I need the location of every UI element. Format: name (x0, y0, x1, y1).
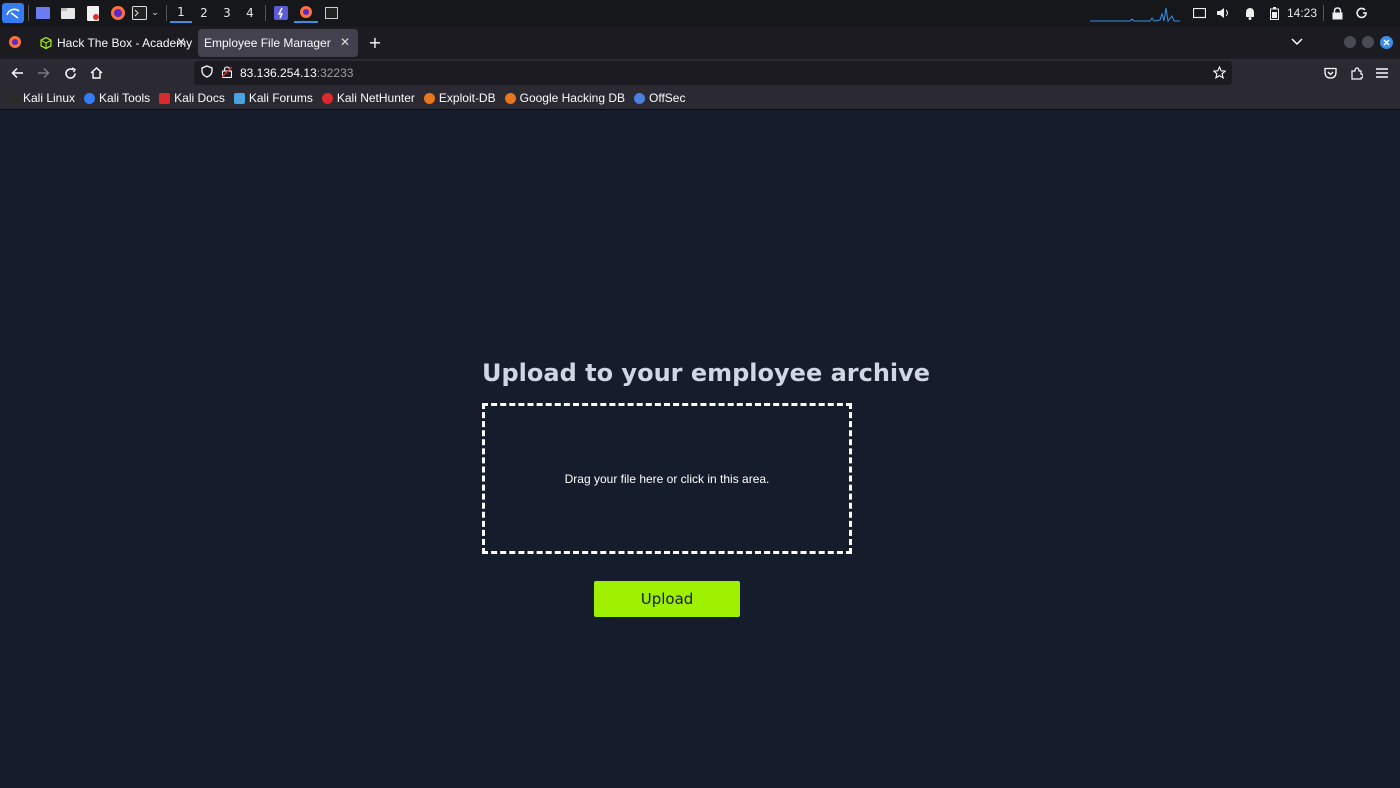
volume-icon[interactable] (1214, 3, 1232, 23)
back-arrow-icon[interactable] (6, 62, 28, 84)
kali-forums-icon (233, 92, 245, 104)
browser-tab-strip: Hack The Box - Academy ✕ Employee File M… (0, 26, 1400, 59)
bookmark-kali-linux[interactable]: Kali Linux (8, 91, 75, 105)
bookmark-label: Kali NetHunter (336, 91, 415, 105)
bookmark-google-hacking-db[interactable]: Google Hacking DB (504, 91, 625, 105)
tab-htb-academy[interactable]: Hack The Box - Academy ✕ (34, 29, 194, 57)
show-desktop-icon[interactable] (33, 3, 53, 23)
list-all-tabs-chevron-icon[interactable] (1288, 32, 1306, 52)
notification-bell-icon[interactable] (1241, 3, 1259, 23)
pocket-icon[interactable] (1319, 62, 1341, 84)
bookmark-label: Kali Forums (248, 91, 313, 105)
page-content: Upload to your employee archive Drag you… (0, 111, 1400, 788)
bookmark-offsec[interactable]: OffSec (634, 91, 685, 105)
workspace-1[interactable]: 1 (170, 3, 192, 23)
network-graph (1090, 3, 1180, 23)
address-bar[interactable]: 83.136.254.13:32233 (194, 61, 1232, 85)
tab-label: Hack The Box - Academy (57, 36, 193, 50)
reload-icon[interactable] (59, 62, 81, 84)
new-tab-plus-icon[interactable]: + (366, 32, 384, 52)
close-tab-icon[interactable]: ✕ (338, 35, 352, 49)
kali-nethunter-icon (321, 92, 333, 104)
kali-menu-icon[interactable] (2, 3, 24, 23)
kali-dragon-icon (8, 92, 19, 104)
bookmark-label: Kali Docs (174, 91, 225, 105)
workspace-2[interactable]: 2 (193, 3, 215, 23)
browser-nav-bar: 83.136.254.13:32233 (0, 59, 1400, 87)
firefox-view-icon[interactable] (5, 32, 25, 52)
kali-docs-icon (159, 92, 171, 104)
bookmark-kali-tools[interactable]: Kali Tools (84, 91, 150, 105)
app-window-icon[interactable] (271, 3, 291, 23)
bookmark-label: Google Hacking DB (519, 91, 625, 105)
desktop-taskbar: ⌄ 1 2 3 4 14:23 (0, 0, 1400, 26)
home-icon[interactable] (85, 62, 107, 84)
file-manager-icon[interactable] (58, 3, 78, 23)
upload-button[interactable]: Upload (594, 581, 740, 617)
maximize-window-icon[interactable] (1361, 32, 1375, 52)
drop-zone-instructions: Drag your file here or click in this are… (564, 471, 770, 486)
bookmark-label: Exploit-DB (438, 91, 496, 105)
bookmark-exploit-db[interactable]: Exploit-DB (423, 91, 496, 105)
offsec-icon (634, 92, 645, 104)
bookmark-label: Kali Linux (23, 91, 76, 105)
terminal-icon[interactable] (130, 3, 148, 23)
bookmark-kali-docs[interactable]: Kali Docs (159, 91, 225, 105)
bookmark-kali-nethunter[interactable]: Kali NetHunter (321, 91, 415, 105)
firefox-window-icon[interactable] (294, 3, 318, 23)
url-port: :32233 (316, 66, 354, 80)
power-icon[interactable] (1354, 3, 1370, 23)
bookmark-star-icon[interactable] (1212, 65, 1227, 82)
minimize-window-icon[interactable] (1343, 32, 1357, 52)
tracking-shield-icon[interactable] (201, 65, 213, 81)
file-drop-zone[interactable]: Drag your file here or click in this are… (482, 403, 852, 554)
battery-icon[interactable] (1266, 3, 1282, 23)
clock[interactable]: 14:23 (1286, 3, 1318, 23)
insecure-lock-icon[interactable] (221, 65, 233, 81)
bookmark-kali-forums[interactable]: Kali Forums (233, 91, 313, 105)
bookmark-label: OffSec (649, 91, 686, 105)
text-editor-icon[interactable] (84, 3, 102, 23)
htb-cube-icon (40, 37, 52, 49)
close-tab-icon[interactable]: ✕ (174, 35, 188, 49)
tab-label: Employee File Manager (204, 36, 331, 50)
url-host: 83.136.254.13 (240, 66, 317, 80)
hamburger-menu-icon[interactable] (1371, 62, 1393, 84)
kali-tools-icon (84, 92, 96, 104)
extensions-puzzle-icon[interactable] (1345, 62, 1367, 84)
bookmarks-toolbar: Kali Linux Kali Tools Kali Docs Kali For… (0, 87, 1400, 110)
workspace-3[interactable]: 3 (216, 3, 238, 23)
exploit-db-icon (423, 92, 435, 104)
ghdb-icon (504, 92, 516, 104)
close-window-icon[interactable] (1379, 32, 1393, 52)
page-title: Upload to your employee archive (482, 359, 931, 387)
forward-arrow-icon[interactable] (32, 62, 54, 84)
firefox-launcher-icon[interactable] (108, 3, 128, 23)
terminal-window-icon[interactable] (321, 3, 341, 23)
display-icon[interactable] (1190, 3, 1208, 23)
bookmark-label: Kali Tools (99, 91, 151, 105)
tab-employee-file-manager[interactable]: Employee File Manager ✕ (198, 29, 358, 57)
workspace-4[interactable]: 4 (239, 3, 261, 23)
chevron-down-icon[interactable]: ⌄ (149, 3, 161, 23)
lock-icon[interactable] (1329, 3, 1345, 23)
